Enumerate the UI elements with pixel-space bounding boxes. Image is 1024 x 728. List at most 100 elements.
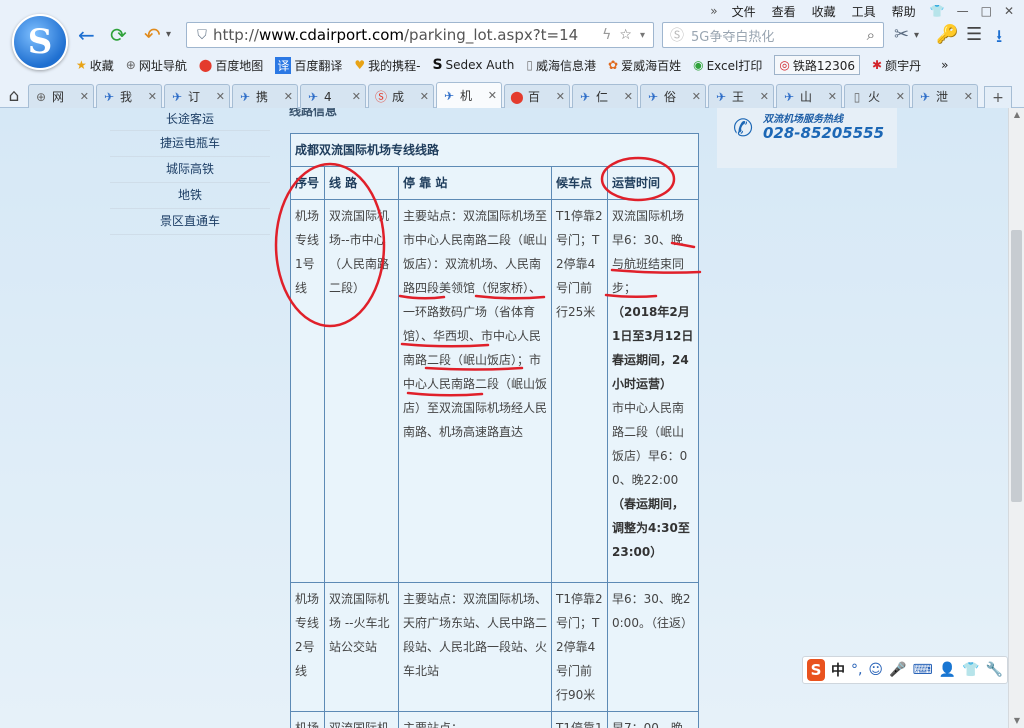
- key-icon[interactable]: 🔑: [936, 24, 958, 45]
- maximize-icon[interactable]: □: [981, 4, 992, 18]
- tab-label: 网: [52, 90, 65, 104]
- route-stops: 主要站点：: [398, 711, 552, 728]
- lightning-icon[interactable]: ϟ: [602, 27, 611, 43]
- scrollbar-thumb[interactable]: [1011, 230, 1022, 502]
- close-tab-icon[interactable]: ✕: [284, 90, 293, 103]
- browser-tab[interactable]: ✈ 王 ✕: [708, 84, 774, 108]
- bookmark-weihai-info[interactable]: ▯ 威海信息港: [526, 57, 596, 74]
- browser-tab[interactable]: ✈ 4 ✕: [300, 84, 366, 108]
- close-tab-icon[interactable]: ✕: [828, 90, 837, 103]
- close-window-icon[interactable]: ✕: [1004, 4, 1014, 18]
- airport-bus-routes-table: 成都双流国际机场专线线路 序号 线 路 停 靠 站 候车点 运营时间 机场专线1…: [289, 133, 700, 728]
- menu-file[interactable]: 文件: [732, 3, 756, 20]
- header-operating-hours: 运营时间: [606, 166, 700, 200]
- browser-tab[interactable]: ⊕ 网 ✕: [28, 84, 94, 108]
- scissors-dropdown-icon[interactable]: ▾: [914, 30, 919, 41]
- bookmark-favorites[interactable]: ★ 收藏: [76, 57, 114, 74]
- undo-icon[interactable]: ↶: [144, 24, 161, 46]
- menu-favorites[interactable]: 收藏: [812, 3, 836, 20]
- bookmark-ctrip[interactable]: ♥ 我的携程-: [354, 57, 420, 74]
- close-tab-icon[interactable]: ✕: [896, 90, 905, 103]
- home-icon[interactable]: ⌂: [0, 84, 28, 108]
- microphone-icon[interactable]: 🎤: [889, 662, 906, 678]
- sidebar-item-scenic-shuttle[interactable]: 景区直通车: [110, 209, 270, 235]
- table-row: 机场 双流国际机 主要站点： T1停靠1 早7：00、晚: [290, 711, 700, 728]
- browser-tab[interactable]: ⬤ 百 ✕: [504, 84, 570, 108]
- scroll-down-arrow-icon[interactable]: ▼: [1009, 714, 1024, 728]
- sogou-ime-logo-icon[interactable]: S: [807, 659, 825, 681]
- url-text[interactable]: http://www.cdairport.com/parking_lot.asp…: [213, 26, 602, 44]
- close-tab-icon[interactable]: ✕: [692, 90, 701, 103]
- close-tab-icon[interactable]: ✕: [80, 90, 89, 103]
- hotline-number: 028-85205555: [763, 124, 885, 142]
- close-tab-icon[interactable]: ✕: [488, 89, 497, 102]
- settings-wrench-icon[interactable]: 🔧: [986, 662, 1003, 678]
- ime-punctuation[interactable]: °,: [851, 662, 862, 678]
- browser-tab[interactable]: ✈ 山 ✕: [776, 84, 842, 108]
- skin-icon[interactable]: 👕: [930, 4, 945, 18]
- close-tab-icon[interactable]: ✕: [148, 90, 157, 103]
- browser-tab[interactable]: ✈ 泄 ✕: [912, 84, 978, 108]
- emoji-icon[interactable]: ☺: [868, 662, 883, 678]
- close-tab-icon[interactable]: ✕: [760, 90, 769, 103]
- search-box[interactable]: Ⓢ 5G争夺白热化 ⌕: [662, 22, 884, 48]
- sidebar-item-long-distance-bus[interactable]: 长途客运: [110, 108, 270, 131]
- close-tab-icon[interactable]: ✕: [352, 90, 361, 103]
- bookmark-excel-print[interactable]: ◉ Excel打印: [693, 57, 762, 74]
- vertical-scrollbar[interactable]: ▲ ▼: [1008, 108, 1024, 728]
- bookmark-baidu-translate[interactable]: 译百度翻译: [275, 56, 342, 74]
- favorite-star-icon[interactable]: ☆: [619, 27, 632, 43]
- new-tab-plus-icon[interactable]: +: [984, 86, 1012, 108]
- star-icon: ★: [76, 58, 87, 72]
- browser-tab[interactable]: ✈ 我 ✕: [96, 84, 162, 108]
- close-tab-icon[interactable]: ✕: [964, 90, 973, 103]
- browser-tab[interactable]: ✈ 俗 ✕: [640, 84, 706, 108]
- undo-dropdown-icon[interactable]: ▾: [166, 24, 171, 46]
- menu-lines-icon[interactable]: ☰: [966, 24, 982, 45]
- refresh-icon[interactable]: ⟳: [110, 24, 127, 46]
- browser-tab[interactable]: Ⓢ 成 ✕: [368, 84, 434, 108]
- scissors-icon[interactable]: ✂: [894, 24, 909, 45]
- menu-view[interactable]: 查看: [772, 3, 796, 20]
- keyboard-icon[interactable]: ⌨: [912, 662, 932, 678]
- bookmark-12306[interactable]: ◎ 铁路12306: [774, 55, 861, 75]
- search-icon[interactable]: ⌕: [867, 26, 875, 44]
- close-tab-icon[interactable]: ✕: [624, 90, 633, 103]
- download-icon[interactable]: ⭳: [996, 24, 1002, 54]
- ime-chinese-mode[interactable]: 中: [831, 660, 845, 680]
- bookmark-sedex[interactable]: S Sedex Auth: [432, 57, 514, 73]
- sidebar-item-shuttle-cart[interactable]: 捷运电瓶车: [110, 131, 270, 157]
- menu-tools[interactable]: 工具: [852, 3, 876, 20]
- bookmarks-bar: ★ 收藏 ⊕ 网址导航 ⬤ 百度地图 译百度翻译 ♥ 我的携程- S Sedex Auth…: [76, 54, 960, 76]
- bookmark-profile[interactable]: ✱ 颜宇丹: [872, 57, 921, 74]
- bookmarks-more-icon[interactable]: »: [941, 58, 948, 72]
- scroll-up-arrow-icon[interactable]: ▲: [1009, 108, 1024, 122]
- tab-label: 机: [460, 89, 473, 103]
- bird-icon: ✈: [307, 89, 319, 104]
- bird-icon: ✈: [171, 89, 183, 104]
- minimize-icon[interactable]: —: [957, 4, 969, 18]
- browser-tab[interactable]: ▯ 火 ✕: [844, 84, 910, 108]
- user-icon[interactable]: 👤: [939, 662, 956, 678]
- sogou-browser-logo[interactable]: S: [12, 14, 68, 70]
- url-dropdown-icon[interactable]: ▾: [640, 30, 645, 41]
- bird-icon: ✈: [579, 89, 591, 104]
- close-tab-icon[interactable]: ✕: [216, 90, 225, 103]
- browser-tab[interactable]: ✈ 订 ✕: [164, 84, 230, 108]
- close-tab-icon[interactable]: ✕: [420, 90, 429, 103]
- bookmark-baidu-map[interactable]: ⬤ 百度地图: [199, 57, 263, 74]
- menu-help[interactable]: 帮助: [892, 3, 916, 20]
- browser-tab[interactable]: ✈ 仁 ✕: [572, 84, 638, 108]
- search-engine-icon[interactable]: Ⓢ: [663, 25, 691, 45]
- close-tab-icon[interactable]: ✕: [556, 90, 565, 103]
- address-bar[interactable]: ⛉ http://www.cdairport.com/parking_lot.a…: [186, 22, 654, 48]
- bookmark-weihai-baixing[interactable]: ✿ 爱威海百姓: [608, 57, 681, 74]
- sidebar-item-intercity-rail[interactable]: 城际高铁: [110, 157, 270, 183]
- browser-tab[interactable]: ✈ 机 ✕: [436, 82, 502, 108]
- skin-shirt-icon[interactable]: 👕: [962, 662, 979, 678]
- back-arrow-icon[interactable]: ←: [78, 24, 95, 46]
- bookmark-site-nav[interactable]: ⊕ 网址导航: [126, 57, 187, 74]
- double-chevron-icon[interactable]: »: [710, 4, 717, 18]
- browser-tab[interactable]: ✈ 携 ✕: [232, 84, 298, 108]
- sidebar-item-metro[interactable]: 地铁: [110, 183, 270, 209]
